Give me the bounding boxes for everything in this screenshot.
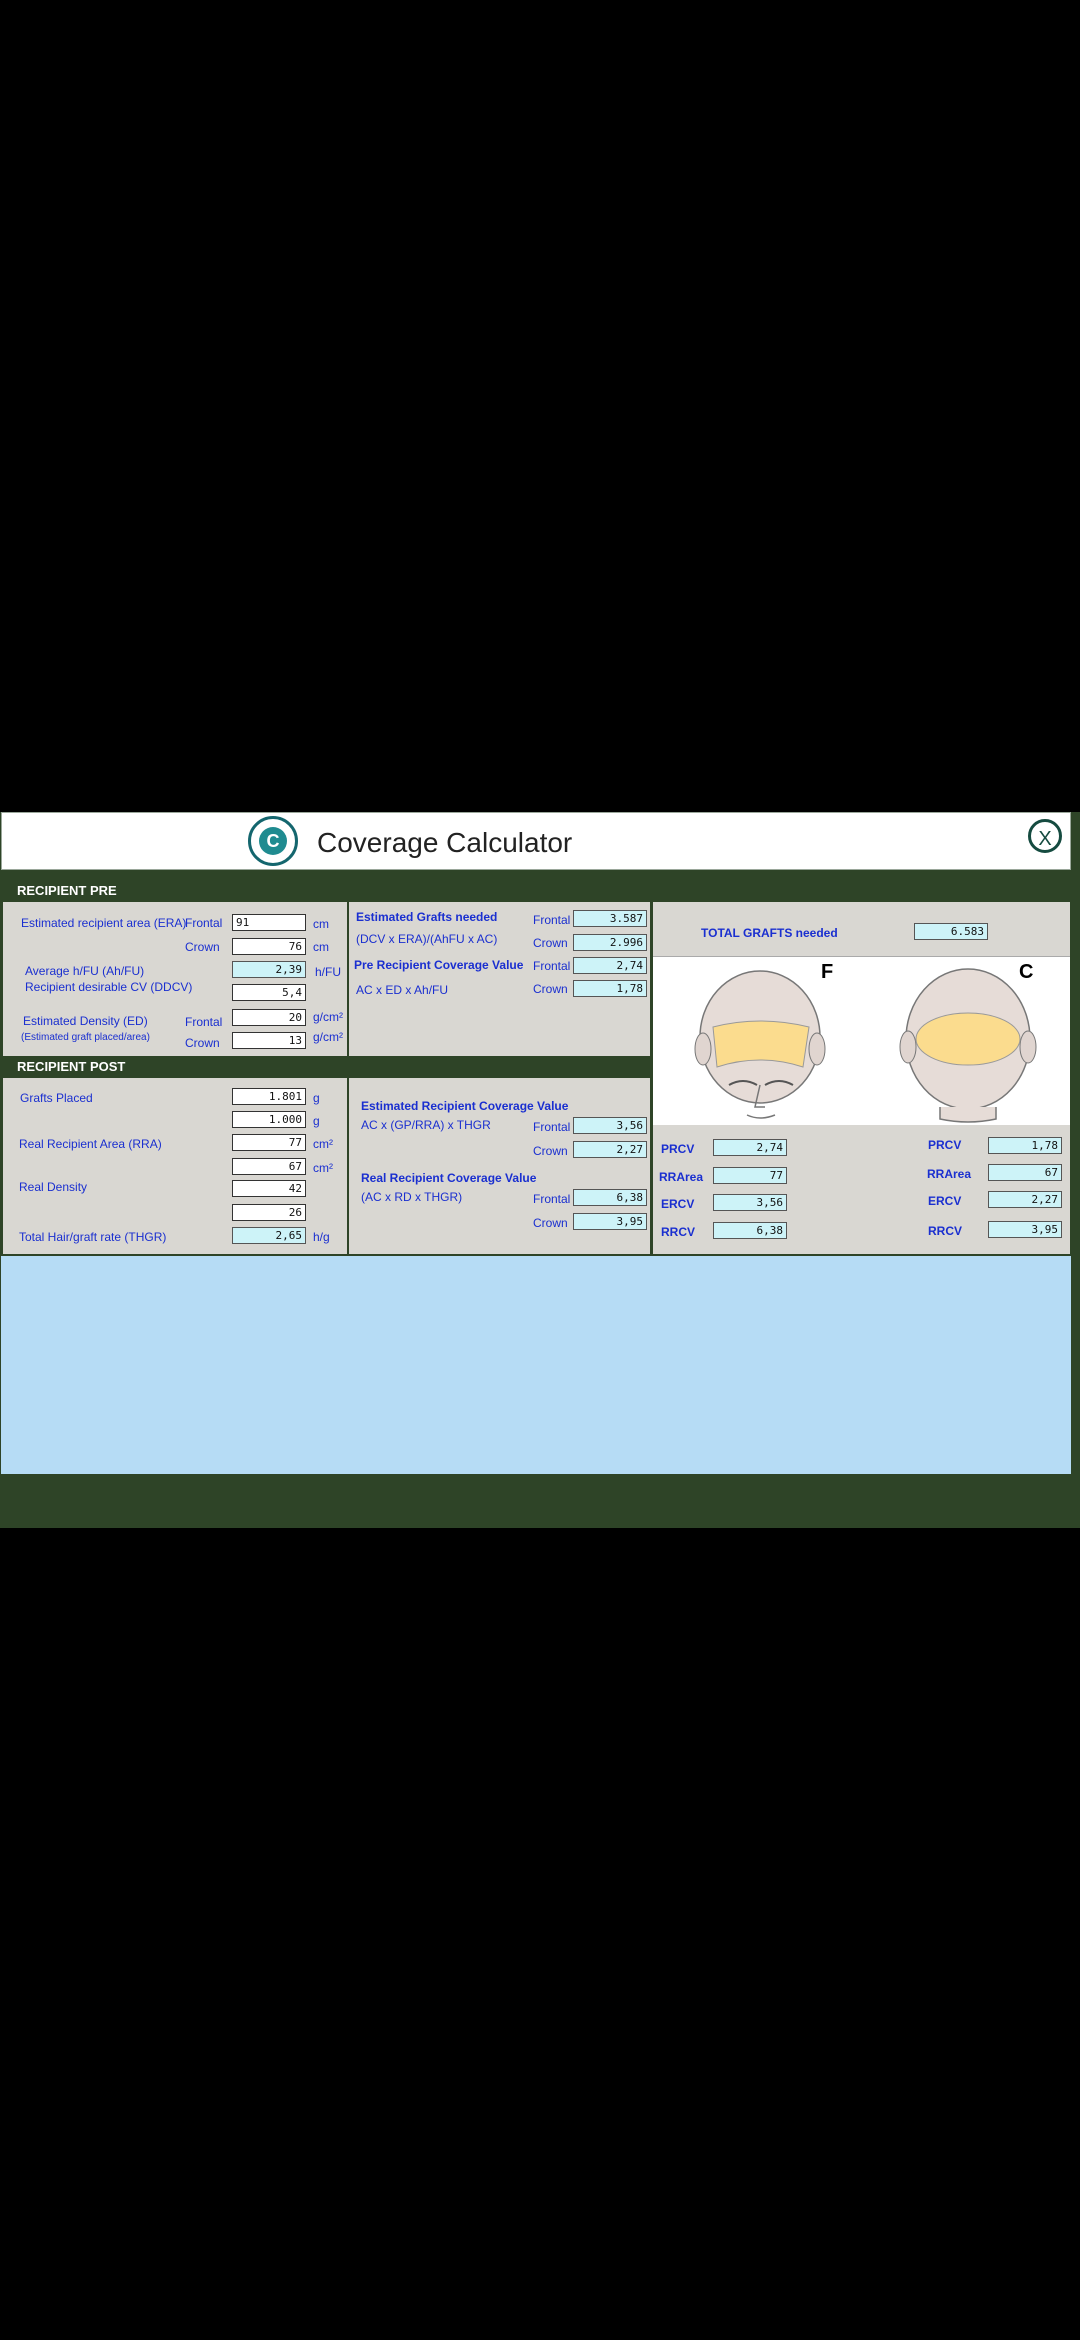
era-frontal-unit: cm: [313, 917, 329, 931]
rra-crown-unit: cm²: [313, 1161, 333, 1175]
prcv-crown-label: Crown: [533, 982, 568, 996]
era-crown-unit: cm: [313, 940, 329, 954]
gp-crown-input[interactable]: 1.000: [232, 1111, 306, 1128]
rra-frontal-unit: cm²: [313, 1137, 333, 1151]
left-ercv-label: ERCV: [661, 1197, 695, 1211]
coverage-calculator-window: C Coverage Calculator X RECIPIENT PRE Es…: [0, 812, 1080, 1528]
window-title: Coverage Calculator: [317, 827, 573, 858]
recipient-panel: RECIPIENT PRE Estimated recipient area (…: [3, 880, 347, 1254]
recipient-pre-header: RECIPIENT PRE: [3, 880, 347, 902]
ed-sublabel: (Estimated graft placed/area): [21, 1032, 150, 1043]
grafts-needed-panel: Estimated Grafts needed (DCV x ERA)/(AhF…: [349, 880, 650, 1056]
rrcv-formula: (AC x RD x THGR): [361, 1190, 463, 1204]
title-bar: C Coverage Calculator X: [1, 812, 1071, 870]
right-rrcv-output: 3,95: [988, 1221, 1062, 1238]
egn-crown-output: 2.996: [573, 934, 647, 951]
left-rrarea-label: RRArea: [659, 1170, 704, 1184]
middle-top-header-bar: [349, 880, 650, 902]
rd-crown-input[interactable]: 26: [232, 1204, 306, 1221]
rrcv-label: Real Recipient Coverage Value: [361, 1171, 537, 1185]
ercv-label: Estimated Recipient Coverage Value: [361, 1099, 569, 1113]
ed-frontal-label: Frontal: [185, 1015, 223, 1029]
rra-frontal-input[interactable]: 77: [232, 1134, 306, 1151]
left-prcv-output: 2,74: [713, 1139, 787, 1156]
head-images-area: F C: [653, 956, 1070, 1125]
crown-head-letter: C: [1019, 961, 1034, 983]
era-label: Estimated recipient area (ERA): [21, 916, 187, 930]
era-frontal-label: Frontal: [185, 916, 223, 930]
prcv-frontal-output: 2,74: [573, 957, 647, 974]
era-crown-input[interactable]: 76: [232, 938, 306, 955]
era-frontal-input[interactable]: 91: [232, 914, 306, 931]
ed-frontal-input[interactable]: 20: [232, 1009, 306, 1026]
thgr-unit: h/g: [313, 1230, 330, 1244]
ed-label: Estimated Density (ED): [23, 1014, 148, 1028]
coverage-value-panel: Estimated Recipient Coverage Value AC x …: [349, 1056, 650, 1254]
right-prcv-output: 1,78: [988, 1137, 1062, 1154]
total-grafts-label: TOTAL GRAFTS needed: [701, 926, 838, 940]
total-grafts-output: 6.583: [914, 923, 988, 940]
ddcv-input[interactable]: 5,4: [232, 984, 306, 1001]
ed-crown-label: Crown: [185, 1036, 220, 1050]
ercv-formula: AC x (GP/RRA) x THGR: [361, 1118, 491, 1132]
close-button[interactable]: X: [1028, 819, 1062, 853]
right-rrcv-label: RRCV: [928, 1224, 963, 1238]
rrcv-frontal-label: Frontal: [533, 1192, 571, 1206]
right-prcv-label: PRCV: [928, 1138, 962, 1152]
left-ercv-output: 3,56: [713, 1194, 787, 1211]
ercv-crown-label: Crown: [533, 1144, 568, 1158]
empty-content-area: [1, 1256, 1071, 1474]
prcv-label: Pre Recipient Coverage Value: [354, 958, 524, 972]
left-prcv-label: PRCV: [661, 1142, 695, 1156]
rra-label: Real Recipient Area (RRA): [19, 1137, 162, 1151]
ed-frontal-unit: g/cm²: [313, 1010, 343, 1024]
ahfu-unit: h/FU: [315, 965, 342, 979]
thgr-label: Total Hair/graft rate (THGR): [19, 1230, 167, 1244]
frontal-head-letter: F: [821, 961, 834, 983]
egn-frontal-label: Frontal: [533, 913, 571, 927]
left-rrcv-output: 6,38: [713, 1222, 787, 1239]
left-rrarea-output: 77: [713, 1167, 787, 1184]
thgr-output: 2,65: [232, 1227, 306, 1244]
app-logo-icon: C: [248, 816, 298, 866]
rrcv-crown-output: 3,95: [573, 1213, 647, 1230]
ahfu-label: Average h/FU (Ah/FU): [25, 964, 145, 978]
crown-head-icon: [899, 968, 1037, 1123]
ddcv-label: Recipient desirable CV (DDCV): [25, 980, 193, 994]
gp-label: Grafts Placed: [20, 1091, 93, 1105]
prcv-frontal-label: Frontal: [533, 959, 571, 973]
gp-frontal-input[interactable]: 1.801: [232, 1088, 306, 1105]
prcv-formula: AC x ED x Ah/FU: [356, 983, 449, 997]
gp-frontal-unit: g: [313, 1091, 320, 1105]
gp-crown-unit: g: [313, 1114, 320, 1128]
era-crown-label: Crown: [185, 940, 220, 954]
footer-bar: [0, 1488, 1080, 1528]
ed-crown-unit: g/cm²: [313, 1030, 343, 1044]
ercv-frontal-output: 3,56: [573, 1117, 647, 1134]
right-header-bar: [653, 880, 1070, 902]
ercv-frontal-label: Frontal: [533, 1120, 571, 1134]
rd-label: Real Density: [19, 1180, 88, 1194]
summary-panel: TOTAL GRAFTS needed 6.583 F C PRCV 2,74 …: [653, 880, 1070, 1254]
recipient-post-header: RECIPIENT POST: [3, 1056, 347, 1078]
right-rrarea-label: RRArea: [927, 1167, 972, 1181]
ercv-crown-output: 2,27: [573, 1141, 647, 1158]
egn-label: Estimated Grafts needed: [356, 910, 498, 924]
middle-bottom-header-bar: [349, 1056, 650, 1078]
rd-frontal-input[interactable]: 42: [232, 1180, 306, 1197]
egn-crown-label: Crown: [533, 936, 568, 950]
prcv-crown-output: 1,78: [573, 980, 647, 997]
egn-formula: (DCV x ERA)/(AhFU x AC): [356, 932, 498, 946]
ahfu-output: 2,39: [232, 961, 306, 978]
right-rrarea-output: 67: [988, 1164, 1062, 1181]
egn-frontal-output: 3.587: [573, 910, 647, 927]
right-ercv-label: ERCV: [928, 1194, 962, 1208]
left-rrcv-label: RRCV: [661, 1225, 696, 1239]
right-ercv-output: 2,27: [988, 1191, 1062, 1208]
rra-crown-input[interactable]: 67: [232, 1158, 306, 1175]
rrcv-crown-label: Crown: [533, 1216, 568, 1230]
ed-crown-input[interactable]: 13: [232, 1032, 306, 1049]
rrcv-frontal-output: 6,38: [573, 1189, 647, 1206]
